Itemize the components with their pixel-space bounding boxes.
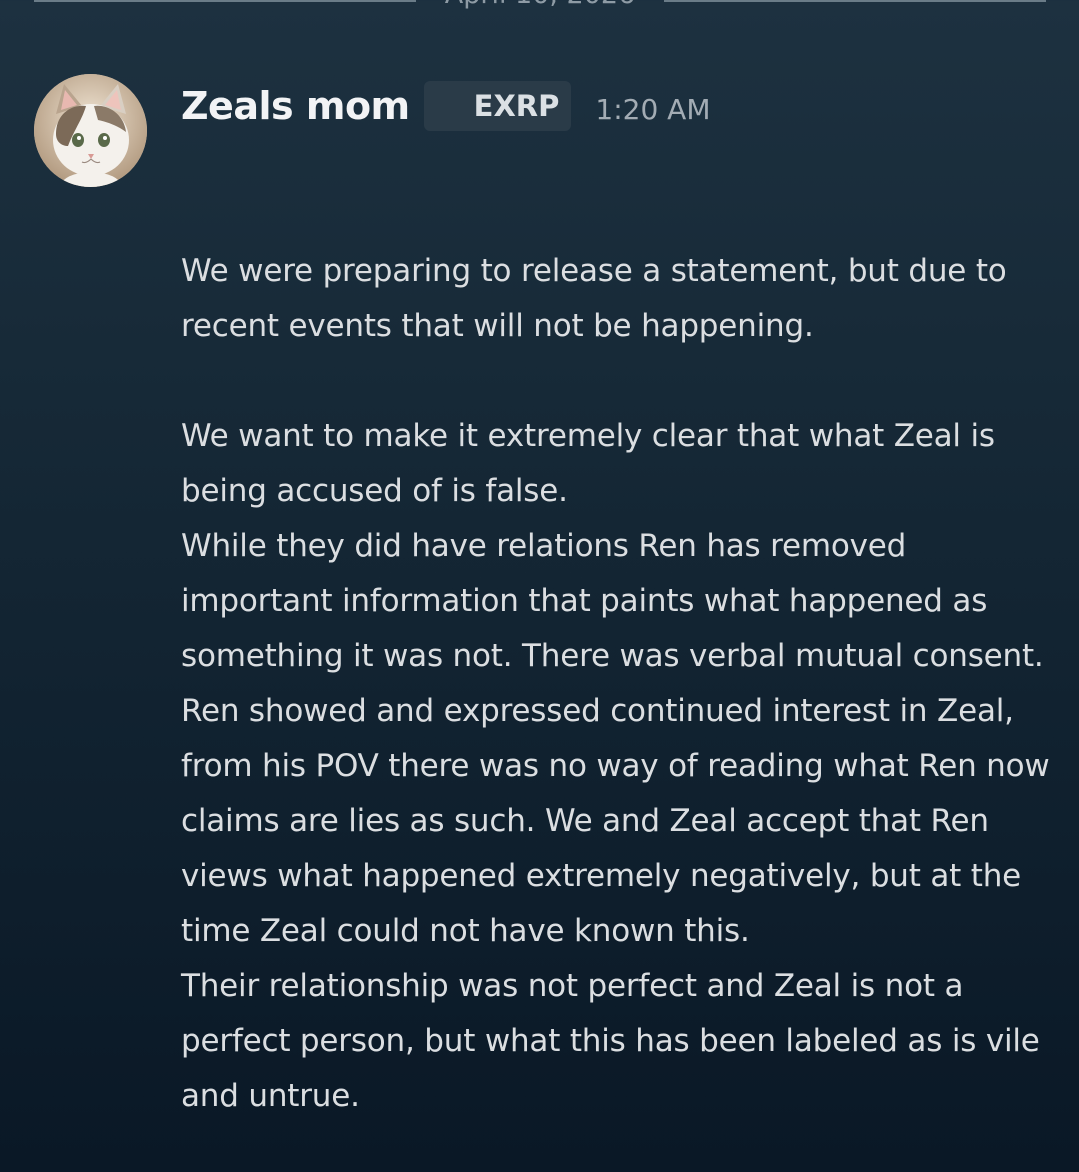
message-timestamp: 1:20 AM xyxy=(595,92,711,126)
message-paragraph: While they did have relations Ren has re… xyxy=(181,528,1044,674)
message-paragraph: Their relationship was not perfect and Z… xyxy=(181,968,1050,1114)
divider-date-label: April 10, 2026 xyxy=(416,0,664,10)
divider-line-right xyxy=(664,0,1046,2)
message-paragraph: We were preparing to release a statement… xyxy=(181,253,1017,344)
message-header: Zeals mom EXRP 1:20 AM xyxy=(181,78,711,134)
role-tag[interactable]: EXRP xyxy=(423,81,572,131)
avatar[interactable] xyxy=(34,74,147,187)
message-paragraph: Ren showed and expressed continued inter… xyxy=(181,693,1060,949)
message-content: We were preparing to release a statement… xyxy=(181,134,1061,1172)
message-paragraph xyxy=(181,354,1061,409)
divider-line-left xyxy=(34,0,416,2)
date-divider: April 10, 2026 xyxy=(0,0,1079,12)
cat-avatar-icon xyxy=(34,74,147,187)
message-paragraph: We want to make it extremely clear that … xyxy=(181,418,1005,509)
author-name[interactable]: Zeals mom xyxy=(181,84,410,128)
